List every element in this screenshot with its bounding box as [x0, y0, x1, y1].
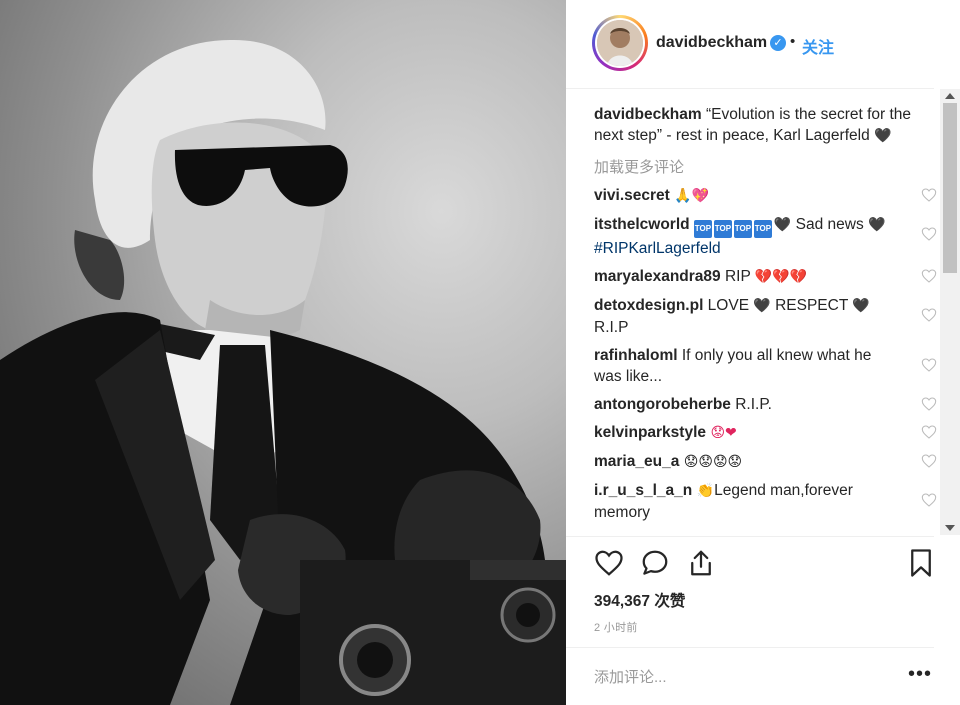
- comment-text: Sad news: [791, 216, 869, 233]
- load-more-comments-button[interactable]: 加载更多评论: [594, 157, 939, 178]
- comments-list: davidbeckham “Evolution is the secret fo…: [594, 100, 939, 540]
- heart-icon[interactable]: [921, 357, 937, 373]
- comment-emoji: 😟😟😟😟: [679, 454, 743, 470]
- comment-emoji: 👏: [692, 483, 715, 499]
- comment-item: detoxdesign.pl LOVE 🖤 RESPECT 🖤 R.I.P: [594, 295, 939, 338]
- top-badge-icon: TOP: [733, 220, 752, 238]
- comment-emoji: 🖤: [868, 217, 886, 233]
- comment-text: R.I.P.: [730, 396, 772, 413]
- follow-button[interactable]: 关注: [802, 34, 834, 58]
- scroll-thumb[interactable]: [943, 103, 957, 273]
- post-timestamp[interactable]: 2 小时前: [594, 619, 638, 635]
- comment-emoji: 🖤: [773, 217, 792, 233]
- scroll-down-arrow-icon[interactable]: [945, 525, 955, 531]
- comment-emoji: 🖤: [852, 298, 870, 314]
- comment-username[interactable]: rafinhaloml: [594, 347, 678, 364]
- comment-item: itsthelcworld TOP TOP TOP TOP 🖤 Sad news 🖤 #…: [594, 214, 939, 259]
- comment-emoji: 🖤: [753, 298, 771, 314]
- heart-icon[interactable]: [921, 453, 937, 469]
- heart-icon[interactable]: [921, 187, 937, 203]
- post-username[interactable]: davidbeckham: [656, 34, 767, 52]
- story-ring[interactable]: [592, 15, 648, 71]
- comment-item: rafinhaloml If only you all knew what he…: [594, 345, 939, 387]
- comment-username[interactable]: antongorobeherbe: [594, 396, 731, 413]
- heart-icon[interactable]: [921, 307, 937, 323]
- more-options-icon[interactable]: •••: [908, 664, 932, 684]
- verified-badge-icon: ✓: [770, 35, 786, 51]
- comment-username[interactable]: maryalexandra89: [594, 268, 721, 285]
- add-comment-input[interactable]: 添加评论...: [594, 666, 667, 687]
- heart-icon[interactable]: [921, 226, 937, 242]
- likes-count[interactable]: 394,367 次赞: [594, 589, 685, 611]
- comment-username[interactable]: maria_eu_a: [594, 453, 679, 470]
- divider: [566, 647, 934, 648]
- comments-scrollbar[interactable]: [940, 89, 960, 535]
- comment-username[interactable]: itsthelcworld: [594, 216, 690, 233]
- caption: davidbeckham “Evolution is the secret fo…: [594, 104, 939, 147]
- comment-item: kelvinparkstyle 😟❤: [594, 422, 939, 444]
- caption-username[interactable]: davidbeckham: [594, 106, 702, 123]
- top-badge-icon: TOP: [693, 220, 712, 238]
- comment-item: i.r_u_s_l_a_n 👏Legend man,forever memory: [594, 480, 939, 523]
- comment-item: antongorobeherbe R.I.P.: [594, 394, 939, 415]
- top-badge-icon: TOP: [713, 220, 732, 238]
- share-icon[interactable]: [686, 548, 716, 578]
- heart-icon[interactable]: [921, 396, 937, 412]
- post-header: davidbeckham ✓ • 关注: [566, 0, 960, 88]
- action-bar: [594, 548, 934, 582]
- comment-text: RESPECT: [770, 297, 853, 314]
- heart-icon[interactable]: [921, 268, 937, 284]
- comment-icon[interactable]: [640, 548, 670, 578]
- separator-dot: •: [790, 33, 796, 50]
- black-heart-emoji: 🖤: [874, 128, 892, 144]
- comment-text: LOVE: [703, 297, 754, 314]
- comment-text: RIP: [720, 268, 755, 285]
- comment-username[interactable]: vivi.secret: [594, 187, 670, 204]
- comment-text: R.I.P: [594, 319, 629, 336]
- bookmark-icon[interactable]: [906, 548, 936, 578]
- comment-item: maria_eu_a 😟😟😟😟: [594, 451, 939, 473]
- comment-item: vivi.secret 🙏💖: [594, 185, 939, 207]
- comment-emoji: 💔💔💔: [754, 269, 808, 285]
- top-badge-icon: TOP: [753, 220, 772, 238]
- post-detail-panel: davidbeckham ✓ • 关注 davidbeckham “Evolut…: [566, 0, 960, 705]
- post-photo[interactable]: [0, 0, 566, 705]
- scroll-up-arrow-icon[interactable]: [945, 93, 955, 99]
- divider: [566, 88, 934, 89]
- hashtag-link[interactable]: #RIPKarlLagerfeld: [594, 240, 721, 257]
- comment-username[interactable]: detoxdesign.pl: [594, 297, 703, 314]
- heart-icon[interactable]: [921, 424, 937, 440]
- heart-icon[interactable]: [921, 492, 937, 508]
- divider: [566, 536, 934, 537]
- avatar-image: [597, 20, 643, 66]
- comment-emoji: 😟❤: [706, 425, 737, 441]
- comment-emoji: 🙏💖: [674, 188, 710, 204]
- like-heart-icon[interactable]: [594, 548, 624, 578]
- comment-username[interactable]: kelvinparkstyle: [594, 424, 706, 441]
- comment-username[interactable]: i.r_u_s_l_a_n: [594, 482, 692, 499]
- comment-item: maryalexandra89 RIP 💔💔💔: [594, 266, 939, 288]
- portrait-illustration: [0, 39, 566, 705]
- avatar[interactable]: [595, 18, 645, 68]
